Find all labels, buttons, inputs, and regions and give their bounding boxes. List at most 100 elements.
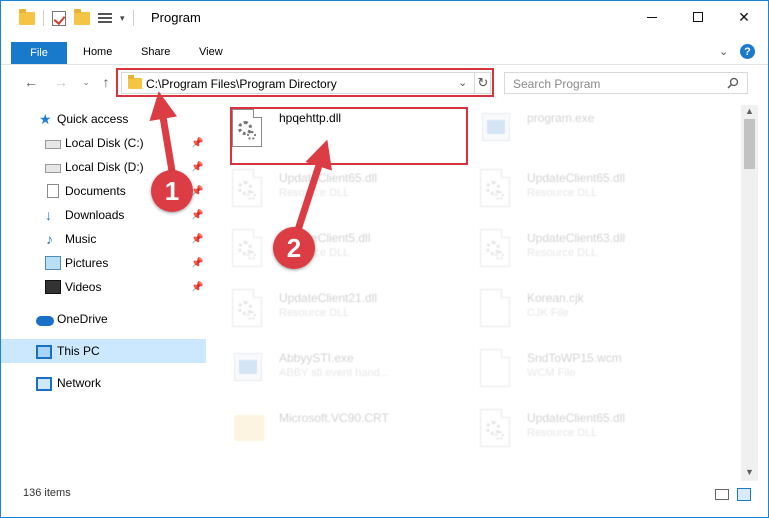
scroll-down-icon[interactable]: ▼ (745, 467, 754, 477)
details-view-icon[interactable] (715, 489, 729, 500)
customize-toolbar-icon[interactable] (98, 12, 112, 24)
file-item[interactable]: SndToWP15.wcm WCM File (454, 345, 694, 401)
sidebar-item-label: Network (57, 376, 102, 390)
file-item[interactable]: UpdateClient63.dll Resource DLL (454, 225, 694, 281)
minimize-button[interactable] (629, 1, 675, 33)
file-item[interactable]: AbbyySTI.exe ABBY sti event hand... (206, 345, 446, 401)
toolbar-divider (132, 10, 134, 26)
address-highlight-box (116, 68, 494, 97)
folder-icon[interactable] (19, 8, 35, 25)
file-name: UpdateClient65.dll (527, 411, 626, 425)
file-name: program.exe (527, 111, 595, 125)
status-bar: 136 items (1, 483, 768, 507)
large-icons-view-icon[interactable] (737, 488, 751, 501)
file-item[interactable]: UpdateClient65.dll Resource DLL (454, 165, 694, 221)
search-input[interactable]: Search Program (504, 72, 748, 94)
sidebar-item-label: This PC (57, 344, 100, 358)
quick-access-toolbar: ▾ (19, 8, 134, 26)
tab-file[interactable]: File (11, 42, 67, 64)
file-name: UpdateClient65.dll (527, 171, 626, 185)
cloud-icon (36, 316, 54, 326)
file-type: Resource DLL (279, 307, 350, 319)
pin-icon[interactable]: 📌 (191, 210, 203, 221)
chevron-down-icon[interactable]: ▾ (120, 13, 125, 24)
file-item[interactable]: program.exe (454, 105, 694, 161)
file-item[interactable]: UpdateClient21.dll Resource DLL (206, 285, 446, 341)
sidebar-item-label: Quick access (57, 112, 129, 126)
file-item[interactable]: UpdateClient5.dll Resource DLL (206, 225, 446, 281)
properties-check-icon[interactable] (52, 10, 66, 26)
up-icon[interactable]: ↑ (97, 73, 115, 91)
star-icon: ★ (39, 111, 52, 127)
back-icon[interactable]: ← (22, 73, 40, 91)
file-type: CJK File (527, 307, 569, 319)
sidebar-item-videos[interactable]: Videos 📌 (1, 275, 206, 299)
sidebar-item-this-pc[interactable]: This PC (1, 339, 206, 363)
recent-locations-icon[interactable]: ⌄ (77, 73, 95, 91)
dll-icon (232, 169, 264, 209)
sidebar-item-pictures[interactable]: Pictures 📌 (1, 251, 206, 275)
computer-icon (36, 345, 52, 359)
close-button[interactable]: ✕ (721, 1, 767, 33)
sidebar-item-onedrive[interactable]: OneDrive (1, 307, 206, 331)
sidebar-item-label: Documents (65, 184, 126, 198)
help-icon[interactable]: ? (740, 44, 755, 59)
exe-icon (480, 109, 512, 149)
pictures-icon (45, 256, 61, 270)
sidebar-item-quick-access[interactable]: ★ Quick access (1, 107, 206, 131)
new-folder-icon[interactable] (74, 8, 90, 25)
sidebar-item-local-disk-c[interactable]: Local Disk (C:) 📌 (1, 131, 206, 155)
sidebar-item-music[interactable]: ♪ Music 📌 (1, 227, 206, 251)
forward-icon[interactable]: → (52, 73, 70, 91)
music-icon: ♪ (46, 231, 53, 247)
ribbon-tabs: File Home Share View ⌄ ? (1, 41, 768, 65)
videos-icon (45, 280, 61, 294)
file-type: WCM File (527, 367, 576, 379)
search-placeholder: Search Program (513, 77, 601, 91)
sidebar-item-label: Local Disk (D:) (65, 160, 144, 174)
window-title: Program (151, 10, 201, 25)
tab-view[interactable]: View (199, 46, 223, 58)
file-type: Resource DLL (279, 187, 350, 199)
sidebar-item-label: Music (65, 232, 97, 246)
tab-share[interactable]: Share (141, 46, 170, 58)
folder-icon (232, 409, 264, 449)
file-item[interactable]: UpdateClient65.dll Resource DLL (206, 165, 446, 221)
pin-icon[interactable]: 📌 (191, 282, 203, 293)
file-type: Resource DLL (527, 247, 598, 259)
dll-icon (232, 289, 264, 329)
pin-icon[interactable]: 📌 (191, 138, 203, 149)
navigation-pane: ★ Quick access Local Disk (C:) 📌 Local D… (1, 105, 206, 481)
expand-ribbon-icon[interactable]: ⌄ (719, 45, 728, 58)
maximize-button[interactable] (675, 1, 721, 33)
network-icon (36, 377, 52, 391)
file-item[interactable]: Korean.cjk CJK File (454, 285, 694, 341)
file-item[interactable]: UpdateClient65.dll Resource DLL (454, 405, 694, 461)
pin-icon[interactable]: 📌 (191, 258, 203, 269)
sidebar-item-label: Local Disk (C:) (65, 136, 144, 150)
file-type: ABBY sti event hand... (279, 367, 389, 379)
vertical-scrollbar[interactable]: ▲ ▼ (741, 105, 758, 481)
sidebar-item-label: Downloads (65, 208, 125, 222)
title-bar: ▾ Program ✕ (1, 1, 768, 35)
dll-icon (232, 229, 264, 269)
search-icon[interactable] (727, 77, 739, 89)
scroll-thumb[interactable] (744, 119, 755, 169)
pin-icon[interactable]: 📌 (191, 162, 203, 173)
sidebar-item-label: OneDrive (57, 312, 108, 326)
sidebar-item-label: Pictures (65, 256, 109, 270)
sidebar-item-network[interactable]: Network (1, 371, 206, 395)
pin-icon[interactable]: 📌 (191, 234, 203, 245)
exe-icon (232, 349, 264, 389)
drive-icon (45, 164, 61, 173)
scroll-up-icon[interactable]: ▲ (745, 106, 754, 116)
file-name: UpdateClient65.dll (279, 171, 378, 185)
tab-home[interactable]: Home (83, 46, 112, 58)
file-item[interactable]: Microsoft.VC90.CRT (206, 405, 446, 461)
file-icon (480, 289, 512, 329)
file-name: SndToWP15.wcm (527, 351, 622, 365)
dll-icon (480, 409, 512, 449)
toolbar-divider (43, 10, 44, 26)
file-name: Korean.cjk (527, 291, 584, 305)
dll-icon (480, 169, 512, 209)
